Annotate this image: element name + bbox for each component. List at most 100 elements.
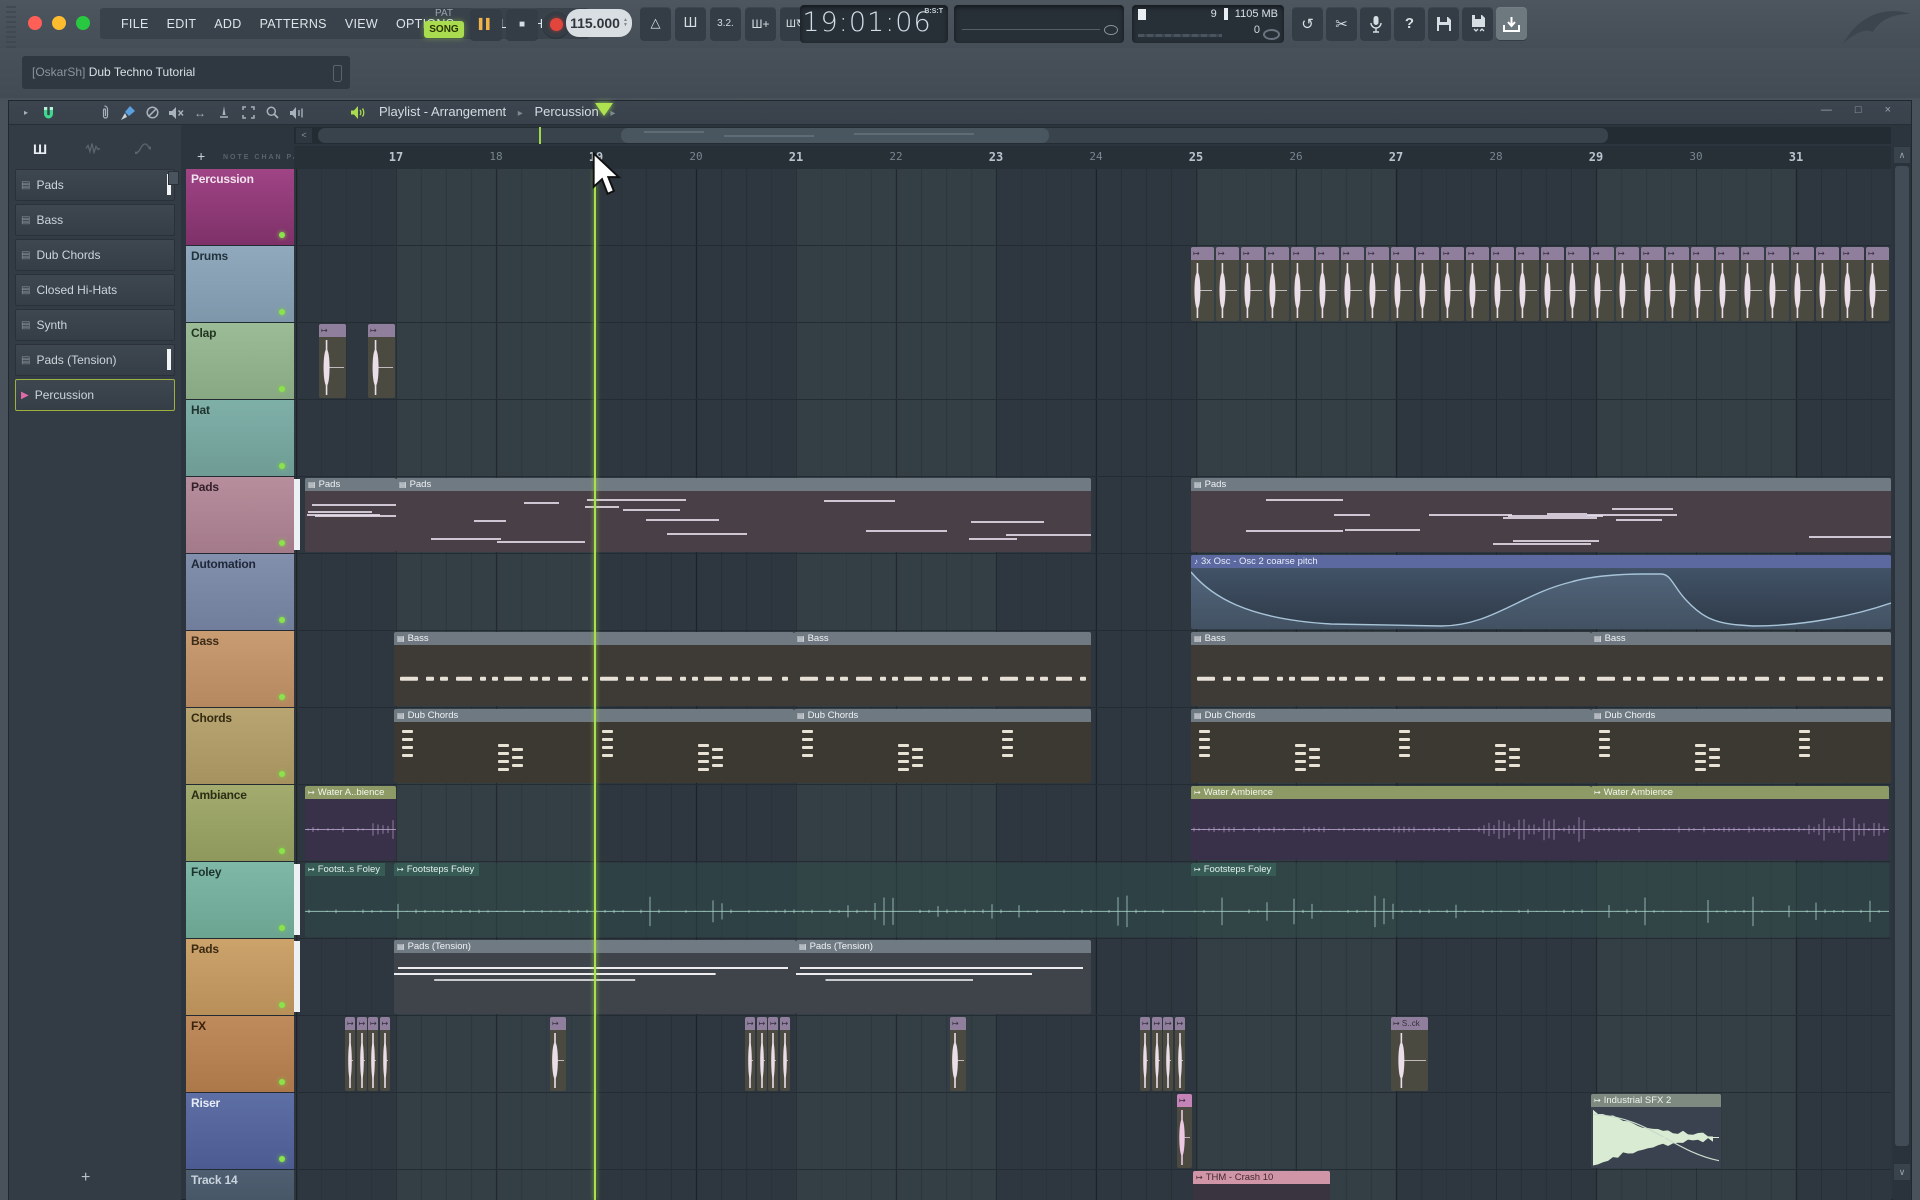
pattern-list-scrollbar[interactable] (168, 171, 179, 185)
stop-button[interactable]: ■ (506, 8, 538, 40)
audio-clip[interactable]: ↦ (550, 1017, 566, 1091)
slip-paperclip-icon[interactable] (95, 104, 113, 121)
audio-clip-water-ambience[interactable]: ↦Water Ambience (1591, 786, 1889, 860)
audio-clip[interactable]: ↦ (1266, 247, 1289, 321)
zoom-tool-icon[interactable] (263, 104, 281, 121)
audio-clip[interactable]: ↦ (1816, 247, 1839, 321)
playlist-grid[interactable]: ↦↦↦↦↦↦↦↦↦↦↦↦↦↦↦↦↦↦↦↦↦↦↦↦↦↦↦↦↦↦▤Pads▤Pads… (294, 169, 1891, 1200)
audio-clip[interactable]: ↦ (319, 324, 346, 398)
audio-clip[interactable]: ↦ (1316, 247, 1339, 321)
undo-button[interactable]: ↺ (1292, 7, 1323, 40)
add-pattern-list-button[interactable]: + (81, 1169, 90, 1187)
track-header-fx[interactable]: FX (186, 1016, 294, 1093)
vscrollbar-thumb[interactable] (1895, 166, 1909, 1146)
pattern-clip-dub-chords[interactable]: ▤Dub Chords (794, 709, 1091, 783)
minimize-traffic-light[interactable] (52, 16, 66, 30)
audio-clip[interactable]: ↦ (745, 1017, 755, 1091)
audio-clip[interactable]: ↦ (1416, 247, 1439, 321)
audio-clip[interactable]: ↦ (1466, 247, 1489, 321)
audio-clip[interactable]: ↦ (1216, 247, 1239, 321)
menu-view[interactable]: VIEW (336, 17, 387, 31)
tab-audio-icon[interactable] (85, 141, 105, 157)
audio-clip-footsteps-foley[interactable]: ↦Footsteps Foley (1191, 863, 1889, 937)
track-enable-led[interactable] (279, 463, 285, 469)
track-lane-pads[interactable]: ▤Pads (Tension)▤Pads (Tension) (294, 939, 1891, 1016)
audio-clip[interactable]: ↦ (780, 1017, 790, 1091)
track-enable-led[interactable] (279, 386, 285, 392)
track-enable-led[interactable] (279, 1156, 285, 1162)
metronome-button[interactable]: △ (640, 7, 671, 40)
audio-clip[interactable]: ↦ (1441, 247, 1464, 321)
audio-clip[interactable]: ↦ (1841, 247, 1864, 321)
track-lane-percussion[interactable] (294, 169, 1891, 246)
pat-song-toggle[interactable]: PAT SONG (424, 7, 464, 41)
pattern-clip-bass[interactable]: ▤Bass (794, 632, 1091, 706)
pattern-item-closed-hi-hats[interactable]: ▤Closed Hi-Hats (15, 274, 175, 306)
audio-clip[interactable]: ↦ (380, 1017, 390, 1091)
audio-clip[interactable]: ↦ (1140, 1017, 1150, 1091)
timeline-ruler[interactable]: 171819202122232425262728293031 (294, 146, 1891, 170)
track-lane-automation[interactable]: ♪3x Osc - Osc 2 coarse pitch (294, 554, 1891, 631)
audio-clip[interactable]: ↦ (345, 1017, 355, 1091)
detach-arrow-icon[interactable]: ▸ (17, 104, 35, 121)
menu-patterns[interactable]: PATTERNS (251, 17, 336, 31)
playhead-marker[interactable] (595, 103, 613, 116)
save-button[interactable] (1428, 7, 1459, 40)
tab-patterns-piano-icon[interactable]: Ш (33, 141, 47, 157)
track-enable-led[interactable] (279, 694, 285, 700)
track-header-track-14[interactable]: Track 14 (186, 1170, 294, 1200)
song-mode-label[interactable]: SONG (424, 21, 464, 38)
pattern-clip-pads-tension-[interactable]: ▤Pads (Tension) (796, 940, 1091, 1014)
automation-clip[interactable]: ♪3x Osc - Osc 2 coarse pitch (1191, 555, 1891, 629)
audio-clip[interactable]: ↦ (1152, 1017, 1162, 1091)
slice-tool-icon[interactable] (215, 104, 233, 121)
horizontal-scrollbar[interactable]: < (294, 127, 1891, 144)
track-lane-foley[interactable]: ↦Footst..s Foley↦Footsteps Foley↦Footste… (294, 862, 1891, 939)
track-enable-led[interactable] (279, 1002, 285, 1008)
audio-clip[interactable]: ↦ (1566, 247, 1589, 321)
menu-file[interactable]: FILE (112, 17, 158, 31)
audio-clip-footsteps-foley[interactable]: ↦Footsteps Foley (394, 863, 1191, 937)
audio-clip[interactable]: ↦ (1641, 247, 1664, 321)
vertical-scrollbar[interactable]: ∧ ∨ (1893, 146, 1911, 1200)
menu-add[interactable]: ADD (205, 17, 250, 31)
countdown-button[interactable]: 3.2. (710, 7, 741, 40)
track-enable-led[interactable] (279, 771, 285, 777)
audio-clip[interactable]: ↦ (1791, 247, 1814, 321)
track-header-chords[interactable]: Chords (186, 708, 294, 785)
zoom-traffic-light[interactable] (76, 16, 90, 30)
scroll-up-button[interactable]: ∧ (1894, 147, 1910, 163)
track-enable-led[interactable] (279, 309, 285, 315)
pattern-item-bass[interactable]: ▤Bass (15, 204, 175, 236)
track-enable-led[interactable] (279, 540, 285, 546)
track-lane-clap[interactable]: ↦↦ (294, 323, 1891, 400)
audio-clip[interactable]: ↦ (1175, 1017, 1185, 1091)
track-header-hat[interactable]: Hat (186, 400, 294, 477)
audio-clip[interactable]: ↦ (1741, 247, 1764, 321)
audio-clip[interactable]: ↦ (357, 1017, 367, 1091)
tempo-spinner[interactable]: ▲▼ (623, 18, 628, 28)
pattern-item-dub-chords[interactable]: ▤Dub Chords (15, 239, 175, 271)
audio-clip[interactable]: ↦ (1341, 247, 1364, 321)
time-display[interactable]: 19:01:06 B:S:T (800, 5, 948, 43)
audio-clip[interactable]: ↦ (1616, 247, 1639, 321)
breadcrumb-pattern[interactable]: Percussion (534, 104, 598, 119)
track-enable-led[interactable] (279, 925, 285, 931)
tempo-display[interactable]: 115.000 ▲▼ (566, 9, 632, 37)
audio-clip[interactable]: ↦ (1177, 1094, 1192, 1168)
paint-brush-icon[interactable] (119, 104, 137, 121)
preview-speaker-icon[interactable] (349, 104, 367, 121)
audio-clip[interactable]: ↦ (1291, 247, 1314, 321)
pattern-clip-dub-chords[interactable]: ▤Dub Chords (1591, 709, 1891, 783)
track-lane-bass[interactable]: ▤Bass▤Bass▤Bass▤Bass (294, 631, 1891, 708)
scroll-down-button[interactable]: ∨ (1894, 1164, 1910, 1180)
pattern-clip-bass[interactable]: ▤Bass (1591, 632, 1891, 706)
help-button[interactable]: ? (1394, 7, 1425, 40)
track-enable-led[interactable] (279, 617, 285, 623)
audio-clip[interactable]: ↦ (757, 1017, 767, 1091)
slide-tool-icon[interactable]: ↔ (191, 104, 209, 121)
pattern-clip-pads[interactable]: ▤Pads (305, 478, 396, 552)
audio-clip[interactable]: ↦ (1191, 247, 1214, 321)
track-header-pads[interactable]: Pads (186, 477, 294, 554)
audio-clip[interactable]: ↦ (1366, 247, 1389, 321)
